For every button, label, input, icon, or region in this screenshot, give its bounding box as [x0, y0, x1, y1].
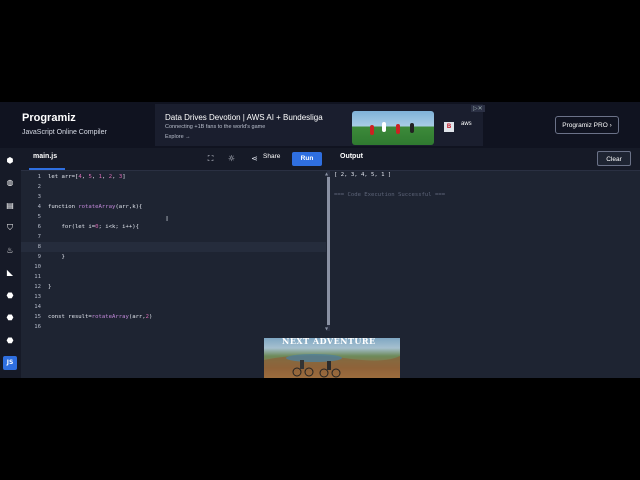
editor-scrollbar-thumb[interactable]: [327, 177, 330, 325]
csharp-icon[interactable]: ⬣: [3, 334, 17, 348]
line-number: 8: [37, 244, 41, 250]
code-line[interactable]: 13: [21, 292, 326, 302]
player-figure: [410, 123, 414, 133]
clear-button[interactable]: Clear: [597, 151, 631, 166]
ad-football-image[interactable]: [352, 111, 434, 145]
page-subtitle: JavaScript Online Compiler: [22, 129, 107, 136]
line-number: 9: [37, 254, 41, 260]
r-icon[interactable]: ◍: [3, 176, 17, 190]
programiz-logo[interactable]: Programiz: [22, 112, 76, 124]
code-line[interactable]: 4 function rotateArray(arr,k){: [21, 202, 326, 212]
aws-logo: aws: [461, 121, 472, 127]
theme-toggle-icon[interactable]: ☼: [226, 153, 237, 164]
kotlin-icon[interactable]: ◣: [3, 266, 17, 280]
header: Programiz JavaScript Online Compiler Dat…: [0, 102, 640, 148]
line-number: 3: [37, 194, 41, 200]
code-line[interactable]: 3: [21, 192, 326, 202]
code-editor[interactable]: I 1 let arr=[4, 5, 1, 2, 3] 2 3 4 function ro…: [21, 171, 326, 332]
player-figure: [396, 124, 400, 134]
top-ad-banner[interactable]: Data Drives Devotion | AWS AI + Bundesli…: [155, 104, 485, 146]
bottom-ad-banner[interactable]: NEXT ADVENTURE: [264, 338, 400, 378]
ad-subtitle: Connecting +1B fans to the world's game: [165, 124, 266, 130]
code-text[interactable]: for(let i=0; i<k; i++){: [48, 222, 138, 232]
run-button[interactable]: Run: [292, 152, 322, 166]
output-panel: [ 2, 3, 4, 5, 1 ] === Code Execution Succ…: [331, 171, 640, 332]
line-number: 1: [37, 174, 41, 180]
code-line[interactable]: 16: [21, 322, 326, 332]
line-number: 13: [34, 294, 41, 300]
line-number: 2: [37, 184, 41, 190]
code-text[interactable]: }: [48, 252, 64, 262]
output-title: Output: [340, 153, 363, 160]
line-number: 14: [34, 304, 41, 310]
code-line[interactable]: 2: [21, 182, 326, 192]
app-window: Programiz JavaScript Online Compiler Dat…: [0, 102, 640, 378]
line-number: 16: [34, 324, 41, 330]
player-figure: [370, 125, 374, 135]
line-number: 5: [37, 214, 41, 220]
scroll-down-arrow-icon[interactable]: ▼: [325, 326, 328, 331]
code-text[interactable]: function rotateArray(arr,k){: [48, 202, 142, 212]
code-line[interactable]: 1 let arr=[4, 5, 1, 2, 3]: [21, 172, 326, 182]
editor-toolbar: main.js ⛶ ☼ ⋖ Share Run Output Clear: [21, 148, 640, 171]
ad-close-icon[interactable]: ▷✕: [471, 105, 485, 112]
javascript-icon[interactable]: JS: [3, 356, 17, 370]
code-line[interactable]: 12}: [21, 282, 326, 292]
code-line[interactable]: 6 for(let i=0; i<k; i++){: [21, 222, 326, 232]
code-text[interactable]: }: [48, 282, 51, 292]
code-line[interactable]: 8: [21, 242, 326, 252]
html-icon[interactable]: ⛉: [3, 221, 17, 235]
bottom-ad-text: NEXT ADVENTURE: [282, 338, 376, 346]
python-icon[interactable]: ⬢: [3, 154, 17, 168]
code-line[interactable]: 15 const result=rotateArray(arr,2): [21, 312, 326, 322]
cpp-icon[interactable]: ⬣: [3, 311, 17, 325]
code-line[interactable]: 7: [21, 232, 326, 242]
programiz-pro-button[interactable]: Programiz PRO ›: [555, 116, 619, 134]
ad-title[interactable]: Data Drives Devotion | AWS AI + Bundesli…: [165, 113, 323, 122]
line-number: 4: [37, 204, 41, 210]
sql-icon[interactable]: ▤: [3, 199, 17, 213]
code-line[interactable]: 9 }: [21, 252, 326, 262]
tab-main-js[interactable]: main.js: [33, 153, 57, 160]
share-icon[interactable]: ⋖: [249, 153, 260, 164]
java-icon[interactable]: ♨: [3, 244, 17, 258]
scroll-up-arrow-icon[interactable]: ▲: [325, 171, 328, 176]
player-figure: [382, 122, 386, 132]
code-text[interactable]: let arr=[4, 5, 1, 2, 3]: [48, 172, 126, 182]
c-icon[interactable]: ⬣: [3, 289, 17, 303]
code-line[interactable]: 11: [21, 272, 326, 282]
active-tab-indicator: [29, 168, 65, 170]
line-number: 12: [34, 284, 41, 290]
code-text[interactable]: const result=rotateArray(arr,2): [48, 312, 152, 322]
fullscreen-icon[interactable]: ⛶: [205, 153, 216, 164]
line-number: 6: [37, 224, 41, 230]
code-line[interactable]: 14: [21, 302, 326, 312]
line-number: 15: [34, 314, 41, 320]
code-line[interactable]: 5: [21, 212, 326, 222]
language-sidebar: ⬢ ◍ ▤ ⛉ ♨ ◣ ⬣ ⬣ ⬣ JS: [0, 148, 21, 378]
line-number: 10: [34, 264, 41, 270]
output-line: === Code Execution Successful ===: [334, 192, 446, 198]
ad-explore-link[interactable]: Explore →: [165, 134, 191, 140]
line-number: 7: [37, 234, 41, 240]
code-line[interactable]: 10: [21, 262, 326, 272]
share-button[interactable]: Share: [263, 153, 280, 160]
output-line: [ 2, 3, 4, 5, 1 ]: [334, 172, 392, 178]
line-number: 11: [34, 274, 41, 280]
bundesliga-logo: B: [444, 122, 454, 132]
